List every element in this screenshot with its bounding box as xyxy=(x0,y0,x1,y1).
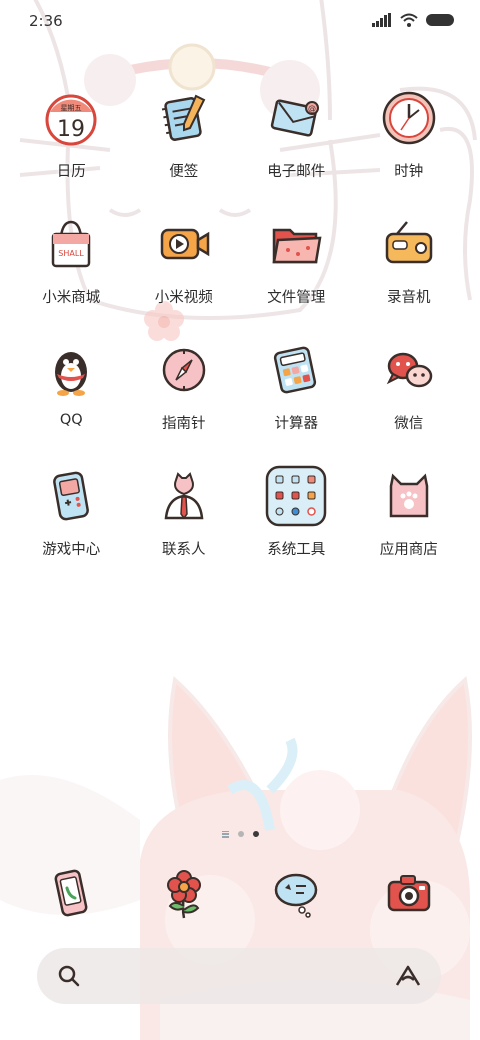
status-bar: 2:36 xyxy=(0,0,480,44)
camera-icon xyxy=(387,875,430,912)
dock-phone[interactable] xyxy=(15,858,128,930)
page-dot-2-active xyxy=(252,831,259,837)
app-label: 录音机 xyxy=(387,290,431,306)
dock-messages[interactable] xyxy=(240,858,353,930)
app-label: 系统工具 xyxy=(267,542,326,558)
cat-bag-icon xyxy=(377,464,441,528)
calendar-icon: 星期五 19 xyxy=(39,86,103,150)
status-time: 2:36 xyxy=(29,12,63,30)
app-file-manager[interactable]: 文件管理 xyxy=(240,212,353,338)
app-recorder[interactable]: 录音机 xyxy=(353,212,466,338)
app-email[interactable]: @ 电子邮件 xyxy=(240,86,353,212)
app-notes[interactable]: 便签 xyxy=(128,86,241,212)
app-label: 计算器 xyxy=(274,416,319,432)
calculator-icon xyxy=(264,338,328,402)
phone-icon xyxy=(54,869,88,917)
compass-icon xyxy=(152,338,216,402)
app-label: 联系人 xyxy=(162,542,206,558)
folder-icon xyxy=(264,212,328,276)
app-label: 文件管理 xyxy=(267,290,326,306)
clock-icon xyxy=(377,86,441,150)
game-controller-icon xyxy=(39,464,103,528)
search-icon[interactable] xyxy=(57,964,81,988)
app-label: 应用商店 xyxy=(379,542,438,558)
app-contacts[interactable]: 联系人 xyxy=(128,464,241,590)
svg-text:@: @ xyxy=(308,104,316,113)
email-icon: @ xyxy=(264,86,328,150)
app-label: 电子邮件 xyxy=(267,164,326,180)
flower-icon xyxy=(166,870,201,919)
status-icons xyxy=(372,13,454,27)
shopping-bag-text: SHALL xyxy=(59,249,85,258)
app-game-center[interactable]: 游戏中心 xyxy=(15,464,128,590)
app-mi-store[interactable]: SHALL 小米商城 xyxy=(15,212,128,338)
app-label: 微信 xyxy=(394,416,424,432)
app-qq[interactable]: QQ xyxy=(15,338,128,464)
page-list-icon xyxy=(221,830,229,838)
dock-camera[interactable] xyxy=(353,858,466,930)
app-label: 游戏中心 xyxy=(42,542,101,558)
calendar-day: 19 xyxy=(57,117,85,142)
app-mi-video[interactable]: 小米视频 xyxy=(128,212,241,338)
app-label: 指南针 xyxy=(162,416,206,432)
dock xyxy=(15,858,465,930)
app-label: 小米视频 xyxy=(154,290,213,306)
app-label: 时钟 xyxy=(394,164,424,180)
app-grid: 星期五 19 日历 便签 @ 电子邮件 时钟 SHALL 小米商城 小米视频 文… xyxy=(15,86,465,590)
penguin-icon xyxy=(39,338,103,402)
assistant-icon[interactable] xyxy=(395,964,421,988)
app-calculator[interactable]: 计算器 xyxy=(240,338,353,464)
app-clock[interactable]: 时钟 xyxy=(353,86,466,212)
shopping-bag-icon: SHALL xyxy=(39,212,103,276)
calendar-weekday: 星期五 xyxy=(61,104,82,112)
radio-recorder-icon xyxy=(377,212,441,276)
search-bar[interactable] xyxy=(37,948,441,1004)
battery-icon xyxy=(426,14,454,26)
app-system-tools[interactable]: 系统工具 xyxy=(240,464,353,590)
app-calendar[interactable]: 星期五 19 日历 xyxy=(15,86,128,212)
wifi-icon xyxy=(400,13,418,27)
app-app-store[interactable]: 应用商店 xyxy=(353,464,466,590)
page-indicator[interactable] xyxy=(215,826,265,842)
notes-icon xyxy=(152,86,216,150)
app-label: 便签 xyxy=(169,164,199,180)
app-label: 日历 xyxy=(56,164,86,180)
app-label: QQ xyxy=(59,412,83,428)
app-compass[interactable]: 指南针 xyxy=(128,338,241,464)
dock-flower[interactable] xyxy=(128,858,241,930)
contact-person-icon xyxy=(152,464,216,528)
app-wechat[interactable]: 微信 xyxy=(353,338,466,464)
app-label: 小米商城 xyxy=(42,290,101,306)
video-icon xyxy=(152,212,216,276)
message-bubble-icon xyxy=(275,873,318,918)
chat-bubbles-icon xyxy=(377,338,441,402)
folder-grid-icon xyxy=(264,464,328,528)
page-dot-1 xyxy=(237,831,244,837)
signal-icon xyxy=(372,13,391,27)
